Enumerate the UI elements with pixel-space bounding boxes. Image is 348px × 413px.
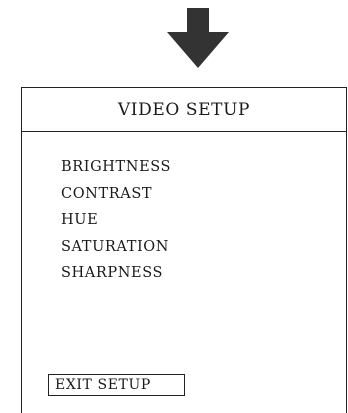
arrow-down-icon — [167, 8, 229, 68]
video-setup-panel: VIDEO SETUP BRIGHTNESS CONTRAST HUE SATU… — [21, 87, 347, 413]
menu-item-brightness[interactable]: BRIGHTNESS — [61, 154, 171, 181]
menu-item-sharpness[interactable]: SHARPNESS — [61, 260, 171, 287]
menu-item-contrast[interactable]: CONTRAST — [61, 181, 171, 208]
panel-title: VIDEO SETUP — [22, 88, 346, 132]
video-setup-menu: BRIGHTNESS CONTRAST HUE SATURATION SHARP… — [61, 154, 171, 287]
exit-setup-button[interactable]: EXIT SETUP — [48, 374, 185, 396]
menu-item-hue[interactable]: HUE — [61, 207, 171, 234]
menu-item-saturation[interactable]: SATURATION — [61, 234, 171, 261]
